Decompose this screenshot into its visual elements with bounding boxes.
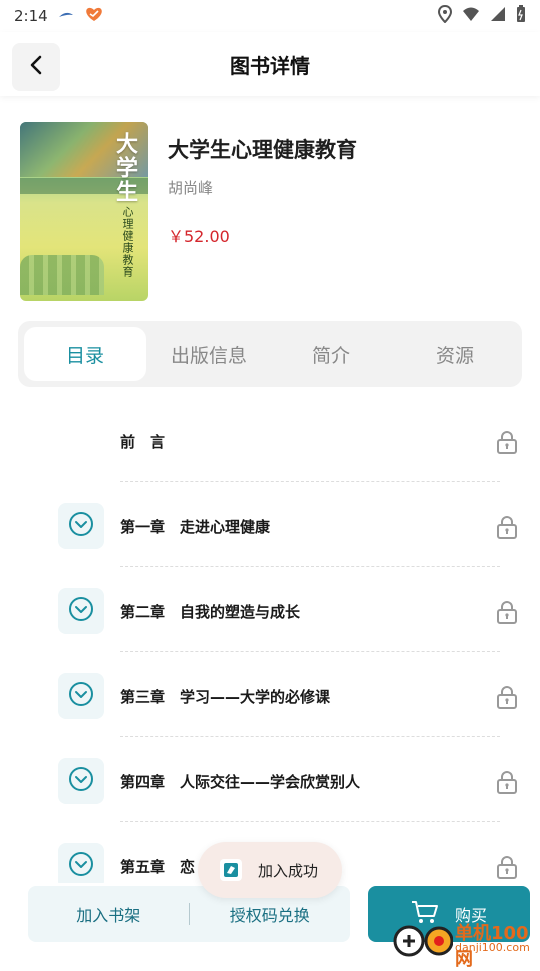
app-notification-icon (58, 7, 74, 25)
expand-button[interactable] (58, 673, 104, 719)
tab-bar: 目录 出版信息 简介 资源 (18, 321, 522, 387)
book-title: 大学生心理健康教育 (168, 138, 357, 162)
lock-icon (496, 855, 518, 883)
toc-label: 第五章 恋 (120, 858, 196, 876)
signal-icon (490, 6, 506, 26)
cover-title: 大学生 (112, 132, 137, 204)
toc-label: 第二章 自我的塑造与成长 (120, 603, 301, 621)
chevron-down-circle-icon (68, 766, 94, 796)
expand-button[interactable] (58, 588, 104, 634)
watermark-url: danji100.com (455, 941, 530, 954)
lock-icon (496, 515, 518, 543)
battery-icon (516, 5, 526, 27)
toc-item[interactable]: 第二章 自我的塑造与成长 (0, 568, 540, 653)
tab-contents[interactable]: 目录 (24, 327, 146, 381)
toast-text: 加入成功 (258, 861, 319, 880)
status-time: 2:14 (14, 7, 48, 25)
lock-icon (496, 685, 518, 713)
heart-notification-icon (84, 6, 104, 26)
watermark-logo-icon (393, 925, 454, 957)
toast: 加入成功 (198, 842, 342, 898)
cover-subtitle: 心理健康教育 (121, 206, 134, 278)
toc-item[interactable]: 第三章 学习——大学的必修课 (0, 653, 540, 738)
divider (120, 651, 500, 652)
divider (120, 481, 500, 482)
page-title: 图书详情 (230, 54, 310, 78)
tab-introduction[interactable]: 简介 (270, 327, 392, 381)
divider (120, 821, 500, 822)
wifi-icon (462, 6, 480, 26)
expand-button[interactable] (58, 758, 104, 804)
chevron-down-circle-icon (68, 596, 94, 626)
toc-item[interactable]: 第四章 人际交往——学会欣赏别人 (0, 738, 540, 823)
book-price: ￥52.00 (168, 227, 230, 246)
expand-button[interactable] (58, 843, 104, 883)
redeem-code-button[interactable]: 授权码兑换 (190, 902, 351, 926)
lock-icon (496, 430, 518, 458)
book-author: 胡尚峰 (168, 179, 214, 197)
chevron-down-circle-icon (68, 681, 94, 711)
cover-illustration (20, 255, 104, 295)
book-cover[interactable]: 大学生 心理健康教育 (20, 122, 148, 301)
toc-label: 第一章 走进心理健康 (120, 518, 271, 536)
app-logo-icon (220, 859, 242, 881)
toc-item[interactable]: 第一章 走进心理健康 (0, 483, 540, 568)
watermark: 单机100网 danji100.com (393, 915, 540, 970)
tab-publication-info[interactable]: 出版信息 (148, 327, 270, 381)
divider (120, 736, 500, 737)
chevron-down-circle-icon (68, 851, 94, 881)
chevron-down-circle-icon (68, 511, 94, 541)
add-to-shelf-button[interactable]: 加入书架 (28, 902, 189, 926)
status-bar: 2:14 (0, 0, 540, 32)
lock-icon (496, 770, 518, 798)
toc-item[interactable]: 前 言 (0, 398, 540, 483)
tab-resources[interactable]: 资源 (394, 327, 516, 381)
toc-label: 前 言 (120, 433, 166, 451)
toc-label: 第三章 学习——大学的必修课 (120, 688, 331, 706)
divider (120, 566, 500, 567)
lock-icon (496, 600, 518, 628)
header: 图书详情 (0, 32, 540, 96)
toc-label: 第四章 人际交往——学会欣赏别人 (120, 773, 361, 791)
book-info: 大学生 心理健康教育 大学生心理健康教育 胡尚峰 ￥52.00 (20, 122, 520, 302)
location-icon (437, 4, 453, 27)
expand-button[interactable] (58, 503, 104, 549)
